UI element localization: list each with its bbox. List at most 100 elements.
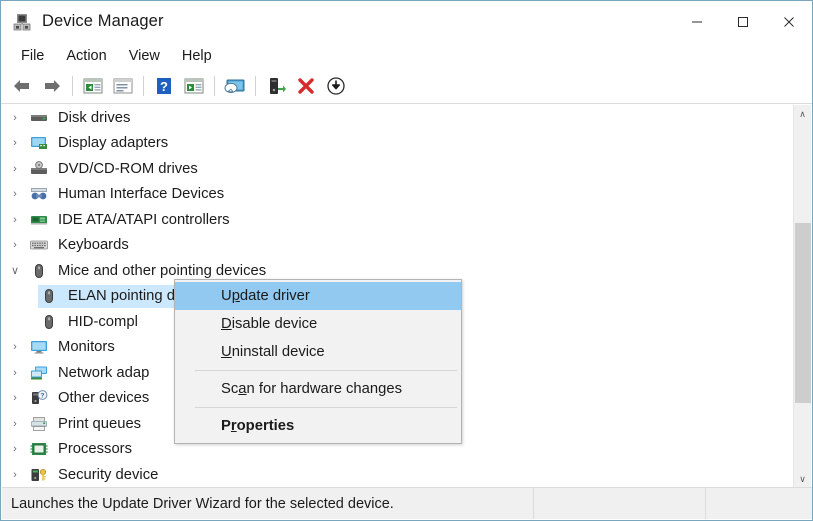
update-driver-menu-item[interactable]: Update driver <box>175 282 461 310</box>
chevron-right-icon[interactable]: › <box>2 367 28 379</box>
show-hide-action-pane-icon[interactable] <box>179 72 209 100</box>
scan-for-hardware-changes-icon[interactable] <box>261 72 291 100</box>
tree-item-label: IDE ATA/ATAPI controllers <box>58 211 230 228</box>
tree-item-label: HID-compl <box>68 313 138 330</box>
tree-item-human-interface-devices[interactable]: › Human Interface Devices <box>2 182 794 208</box>
chevron-right-icon[interactable]: › <box>2 163 28 175</box>
toolbar: ? <box>1 69 812 104</box>
chevron-right-icon[interactable]: › <box>2 341 28 353</box>
menu-help[interactable]: Help <box>171 45 223 67</box>
tree-item-display-adapters[interactable]: › Display adapters <box>2 131 794 157</box>
context-menu-separator <box>195 370 457 371</box>
minimize-button[interactable] <box>674 1 720 42</box>
chevron-right-icon[interactable]: › <box>2 443 28 455</box>
menu-file[interactable]: File <box>10 45 55 67</box>
printer-icon <box>28 415 50 433</box>
disable-device-menu-item[interactable]: Disable device <box>175 310 461 338</box>
tree-item-content[interactable]: DVD/CD-ROM drives <box>28 157 204 180</box>
toolbar-separator-2 <box>143 76 144 96</box>
tree-item-content[interactable]: HID-compl <box>38 310 144 333</box>
processor-icon <box>28 440 50 458</box>
toolbar-separator-3 <box>214 76 215 96</box>
tree-item-label: Print queues <box>58 415 142 432</box>
disk-drive-icon <box>28 109 50 127</box>
close-button[interactable] <box>766 1 812 42</box>
tree-item-label: Human Interface Devices <box>58 186 225 203</box>
update-driver-icon[interactable] <box>220 72 250 100</box>
tree-item-content[interactable]: Display adapters <box>28 132 174 155</box>
menu-view[interactable]: View <box>118 45 171 67</box>
device-manager-window: Device Manager File Action View Help ? ›… <box>0 0 813 521</box>
show-hide-console-tree-icon[interactable] <box>78 72 108 100</box>
chevron-right-icon[interactable]: › <box>2 188 28 200</box>
toolbar-separator-4 <box>255 76 256 96</box>
toolbar-separator-1 <box>72 76 73 96</box>
properties-menu-item[interactable]: Properties <box>175 412 461 440</box>
chevron-right-icon[interactable]: › <box>2 239 28 251</box>
scan-for-hardware-changes-menu-item[interactable]: Scan for hardware changes <box>175 375 461 403</box>
tree-item-content[interactable]: Processors <box>28 438 138 461</box>
title-bar: Device Manager <box>1 1 812 42</box>
status-cell-middle <box>534 488 706 519</box>
svg-text:?: ? <box>41 393 45 400</box>
tree-item-label: Security device <box>58 466 159 483</box>
tree-item-disk-drives[interactable]: › Disk drives <box>2 105 794 131</box>
chevron-right-icon[interactable]: › <box>2 392 28 404</box>
keyboard-icon <box>28 236 50 254</box>
menu-bar: File Action View Help <box>1 42 812 69</box>
scrollbar-up-arrow-icon[interactable]: ∧ <box>794 105 811 123</box>
tree-item-dvd-cd-rom-drives[interactable]: › DVD/CD-ROM drives <box>2 156 794 182</box>
hid-icon <box>28 185 50 203</box>
dvd-drive-icon <box>28 160 50 178</box>
context-menu-item-label: Properties <box>221 418 295 434</box>
chevron-right-icon[interactable]: › <box>2 469 28 481</box>
tree-item-content[interactable]: IDE ATA/ATAPI controllers <box>28 208 236 231</box>
tree-item-security-device[interactable]: › Security device <box>2 462 794 488</box>
device-manager-icon <box>12 12 32 32</box>
tree-item-content[interactable]: Network adap <box>28 361 155 384</box>
mouse-icon <box>38 313 60 331</box>
forward-arrow-icon[interactable] <box>37 72 67 100</box>
mouse-icon <box>28 262 50 280</box>
svg-text:?: ? <box>160 79 168 94</box>
chevron-right-icon[interactable]: › <box>2 418 28 430</box>
window-controls <box>674 1 812 42</box>
tree-item-content[interactable]: Human Interface Devices <box>28 183 230 206</box>
tree-scrollbar[interactable]: ∧ ∨ <box>793 105 811 488</box>
context-menu-item-label: Scan for hardware changes <box>221 381 402 397</box>
display-adapter-icon <box>28 134 50 152</box>
properties-icon[interactable] <box>108 72 138 100</box>
tree-item-content[interactable]: Keyboards <box>28 234 135 257</box>
tree-item-label: Other devices <box>58 390 150 407</box>
network-adapter-icon <box>28 364 50 382</box>
window-title: Device Manager <box>42 12 164 30</box>
menu-action[interactable]: Action <box>55 45 117 67</box>
tree-item-content[interactable]: Disk drives <box>28 106 136 129</box>
tree-item-label: Monitors <box>58 339 115 356</box>
tree-item-keyboards[interactable]: › Keyboards <box>2 233 794 259</box>
ide-controller-icon <box>28 211 50 229</box>
tree-item-label: Keyboards <box>58 237 129 254</box>
chevron-down-icon[interactable]: ∨ <box>2 264 28 277</box>
chevron-right-icon[interactable]: › <box>2 112 28 124</box>
context-menu-separator <box>195 407 457 408</box>
back-arrow-icon[interactable] <box>7 72 37 100</box>
scrollbar-down-arrow-icon[interactable]: ∨ <box>794 470 811 488</box>
tree-item-content[interactable]: Security device <box>28 463 164 486</box>
uninstall-device-icon[interactable] <box>291 72 321 100</box>
chevron-right-icon[interactable]: › <box>2 214 28 226</box>
context-menu[interactable]: Update driver Disable device Uninstall dev… <box>174 279 462 444</box>
tree-item-content[interactable]: ? Other devices <box>28 387 155 410</box>
chevron-right-icon[interactable]: › <box>2 137 28 149</box>
tree-item-ide-ata-atapi-controllers[interactable]: › IDE ATA/ATAPI controllers <box>2 207 794 233</box>
tree-item-content[interactable]: Monitors <box>28 336 121 359</box>
help-icon[interactable]: ? <box>149 72 179 100</box>
security-device-icon <box>28 466 50 484</box>
scrollbar-thumb[interactable] <box>795 223 811 403</box>
disable-device-icon[interactable] <box>321 72 351 100</box>
tree-item-content[interactable]: Print queues <box>28 412 147 435</box>
maximize-button[interactable] <box>720 1 766 42</box>
uninstall-device-menu-item[interactable]: Uninstall device <box>175 338 461 366</box>
context-menu-item-label: Update driver <box>221 288 310 304</box>
context-menu-item-label: Uninstall device <box>221 344 325 360</box>
